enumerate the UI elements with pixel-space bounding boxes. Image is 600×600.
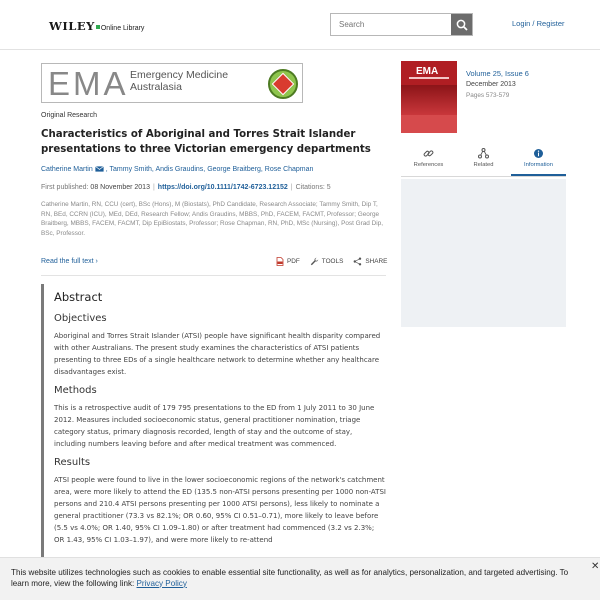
cover-title: EMA — [416, 66, 439, 77]
network-icon — [478, 148, 489, 159]
first-published-date: 08 November 2013 — [90, 184, 150, 191]
logo-dot — [95, 25, 100, 29]
author-affiliations: Catherine Martin, RN, CCU (cert), BSc (H… — [41, 201, 384, 237]
wiley-logo[interactable]: WILEY Online Library — [49, 19, 144, 33]
cover-subtitle-bar — [409, 77, 449, 79]
objectives-text: Aboriginal and Torres Strait Islander (A… — [54, 332, 381, 376]
results-heading: Results — [54, 457, 91, 468]
author-link[interactable]: Andis Graudins — [155, 166, 203, 173]
chevron-right-icon: › — [95, 258, 98, 265]
banner-line1: Emergency Medicine — [130, 69, 229, 81]
methods-heading: Methods — [54, 385, 97, 396]
site-header: WILEY Online Library Login / Register — [0, 0, 600, 50]
search-icon — [456, 19, 468, 31]
tools-label: TOOLS — [321, 258, 344, 265]
journal-banner[interactable]: EMA Emergency Medicine Australasia — [41, 63, 303, 103]
tab-related[interactable]: Related — [456, 145, 511, 176]
issue-date: December 2013 — [466, 81, 516, 88]
information-panel — [401, 179, 566, 327]
share-icon — [353, 257, 362, 266]
doi-link[interactable]: https://doi.org/10.1111/1742-6723.12152 — [158, 184, 288, 191]
abstract-section: Abstract Objectives Aboriginal and Torre… — [41, 284, 386, 584]
author-link[interactable]: Tammy Smith — [110, 166, 152, 173]
volume-issue-link[interactable]: Volume 25, Issue 6 — [466, 69, 529, 78]
abstract-heading: Abstract — [54, 290, 103, 304]
acem-seal-logo — [268, 69, 298, 99]
close-icon[interactable]: ✕ — [591, 561, 599, 572]
read-full-text-link[interactable]: Read the full text › — [41, 258, 98, 265]
search-input[interactable] — [331, 14, 451, 35]
tab-information-label: Information — [524, 162, 553, 168]
objectives-heading: Objectives — [54, 313, 107, 324]
sidebar-tabs: References Related Information — [401, 145, 566, 177]
tab-references-label: References — [413, 162, 444, 168]
cookie-text: This website utilizes technologies such … — [11, 568, 569, 588]
results-text: ATSI people were found to live in the lo… — [54, 476, 386, 544]
tab-references[interactable]: References — [401, 145, 456, 176]
read-full-text-label: Read the full text — [41, 258, 94, 265]
cover-photo — [401, 85, 457, 115]
article-title: Characteristics of Aboriginal and Torres… — [41, 129, 371, 155]
divider — [41, 275, 386, 276]
page-range: Pages 573-579 — [466, 92, 510, 99]
search-button[interactable] — [451, 14, 472, 35]
wrench-icon — [310, 257, 318, 266]
journal-cover-image[interactable]: EMA — [401, 61, 457, 133]
search-box — [330, 13, 473, 36]
logo-wiley-text: WILEY — [49, 19, 95, 33]
envelope-icon[interactable] — [94, 166, 104, 172]
share-button[interactable]: SHARE — [353, 257, 387, 266]
methods-text: This is a retrospective audit of 179 795… — [54, 404, 375, 448]
author-link[interactable]: Catherine Martin — [41, 166, 93, 173]
link-icon — [423, 150, 434, 157]
tools-button[interactable]: TOOLS — [310, 257, 344, 266]
logo-online-library-text: Online Library — [100, 25, 145, 32]
pub-separator: | — [152, 184, 155, 191]
pub-separator: | — [290, 184, 293, 191]
first-published-label: First published: — [41, 184, 89, 191]
pdf-label: PDF — [287, 258, 300, 265]
cover-footer — [401, 115, 457, 133]
citations-link[interactable]: Citations: 5 — [296, 184, 331, 191]
banner-line2: Australasia — [130, 81, 182, 93]
publication-line: First published: 08 November 2013 | https:… — [41, 184, 331, 191]
tab-information[interactable]: Information — [511, 145, 566, 176]
cookie-banner: This website utilizes technologies such … — [0, 557, 600, 600]
login-register-link[interactable]: Login / Register — [512, 19, 565, 28]
banner-abbr: EMA — [48, 65, 129, 102]
article-actions: PDF TOOLS SHARE — [276, 257, 387, 266]
article-type: Original Research — [41, 112, 98, 119]
cookie-message: This website utilizes technologies such … — [11, 568, 586, 589]
privacy-policy-link[interactable]: Privacy Policy — [137, 579, 187, 588]
author-link[interactable]: George Braitberg — [207, 166, 261, 173]
info-icon — [534, 149, 543, 158]
author-link[interactable]: Rose Chapman — [265, 166, 314, 173]
tab-related-label: Related — [473, 162, 494, 168]
share-label: SHARE — [365, 258, 388, 265]
pdf-button[interactable]: PDF — [276, 257, 300, 266]
pdf-icon — [276, 257, 284, 266]
author-list: Catherine Martin, Tammy Smith, Andis Gra… — [41, 166, 391, 173]
